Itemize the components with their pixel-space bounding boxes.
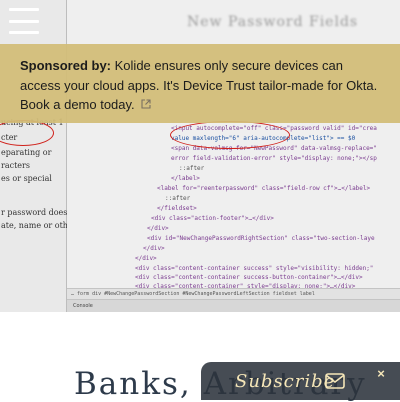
- password-hint: racters: [1, 161, 30, 170]
- close-icon[interactable]: ×: [375, 367, 387, 380]
- devtools-console-tab[interactable]: Console: [67, 299, 400, 312]
- subscribe-widget[interactable]: Subscribe ×: [201, 362, 400, 400]
- annotation-oval: [170, 121, 290, 149]
- code-line: </fieldset>: [157, 205, 197, 212]
- hamburger-bar: [9, 19, 39, 23]
- code-line: ::after: [179, 165, 205, 172]
- password-hint: eparating or: [1, 148, 52, 157]
- code-line: </div>: [135, 255, 157, 262]
- external-link-icon[interactable]: [141, 99, 151, 109]
- code-line: </label>: [171, 175, 200, 182]
- envelope-icon[interactable]: [325, 373, 345, 389]
- hamburger-bar: [9, 31, 39, 34]
- code-line: </div>: [143, 245, 165, 252]
- code-line: </div>: [147, 225, 169, 232]
- password-hint: es or special: [1, 174, 52, 183]
- code-line: <div id="NewChangePasswordRightSection" …: [147, 235, 375, 242]
- code-line: <div class="content-container success" s…: [135, 265, 374, 272]
- password-hint: ate, name or other: [1, 221, 77, 230]
- code-line: <div class="action-footer">…</div>: [151, 215, 274, 222]
- devtools-breadcrumb[interactable]: … form div #NewChangePasswordSection #Ne…: [67, 288, 400, 299]
- code-line: error field-validation-error" style="dis…: [171, 155, 377, 162]
- hamburger-bar: [9, 8, 39, 11]
- code-line: <div class="content-container success-bu…: [135, 274, 363, 281]
- blurred-page-title: New Password Fields: [187, 14, 359, 30]
- password-hint: r password does: [1, 208, 68, 217]
- sponsored-banner[interactable]: Sponsored by: Kolide ensures only secure…: [0, 44, 400, 123]
- hamburger-menu-icon[interactable]: [9, 8, 39, 34]
- code-line: ::after: [165, 195, 191, 202]
- sponsor-label: Sponsored by:: [20, 58, 112, 73]
- subscribe-label[interactable]: Subscribe: [235, 371, 335, 392]
- code-line: <label for="reenterpassword" class="fiel…: [157, 185, 371, 192]
- console-label: Console: [73, 303, 93, 309]
